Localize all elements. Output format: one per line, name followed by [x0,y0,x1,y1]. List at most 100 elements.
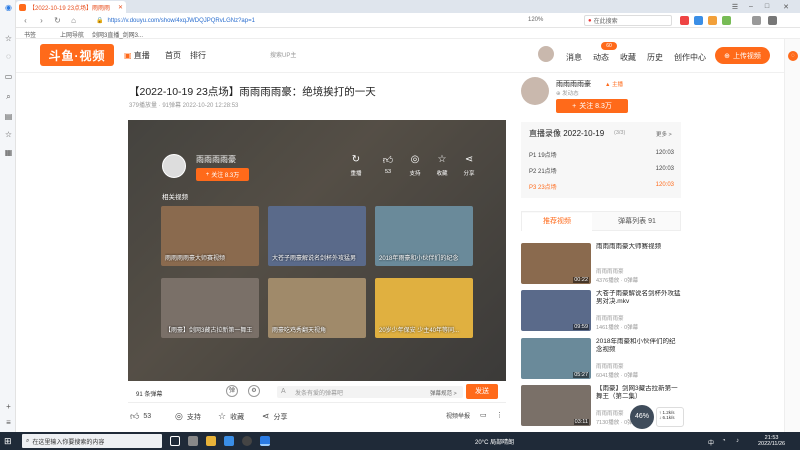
browser-logo-icon[interactable]: ◉ [4,3,13,12]
related-video-card[interactable]: 2018年雨豪和小伙伴们的纪念 [375,206,473,266]
browser-taskbar-icon[interactable] [260,436,270,446]
chat-icon[interactable]: ◌ [788,51,798,61]
bookmark-item[interactable]: 书签 [24,30,36,39]
follow-button[interactable]: + 关注 8.3万 [556,99,628,113]
forward-icon[interactable]: › [36,15,47,26]
chat-icon[interactable]: ◌ [4,52,13,61]
anchor-name[interactable]: 雨雨雨雨豪 [196,154,236,165]
star-icon[interactable]: ☆ [4,130,13,139]
font-style-icon[interactable]: A [281,388,286,395]
message-icon[interactable]: ▭ [4,72,13,81]
favorite-button[interactable]: ☆ 收藏 [218,411,244,422]
download-icon[interactable] [752,16,761,25]
bookmark-icon[interactable]: ☆ [4,34,13,43]
header-dynamics[interactable]: 动态 [593,52,609,63]
close-tab-icon[interactable]: ✕ [118,4,123,11]
more-options-icon[interactable]: ⋮ [496,411,503,419]
header-messages[interactable]: 消息 [566,52,582,63]
replay-button[interactable]: ↻ 重播 [343,154,369,177]
header-favorites[interactable]: 收藏 [620,52,636,63]
system-clock[interactable]: 21:53 2022/11/26 [758,435,785,447]
support-button[interactable]: ◎ 支持 [175,411,201,422]
nav-rank[interactable]: 排行 [190,50,206,61]
recommended-video[interactable]: 05:27 2018年雨豪和小伙伴们的纪念视频 雨雨雨雨豪 6041播放 · 0… [521,338,681,382]
recap-item[interactable]: P1 19点场 120:03 [529,150,674,159]
up-post-dynamic[interactable]: ⊕ 发动态 [556,89,579,97]
danmu-toggle-icon[interactable]: 弹 [226,385,238,397]
recap-item-active[interactable]: P3 23点场 120:03 [529,182,674,191]
refresh-icon[interactable]: ↻ [52,15,63,26]
related-video-card[interactable]: 20岁少年保安 少主40年等同... [375,278,473,338]
nav-home[interactable]: 首页 [165,50,181,61]
douyu-logo[interactable]: 斗鱼·视频 [40,44,114,66]
search-icon[interactable]: ⌕ [4,92,13,101]
recommended-video[interactable]: 09:59 大苍子雨豪解说名剑杯外攻猛男对决.mkv 雨雨雨雨豪 1461播放 … [521,290,681,334]
tab-title: 【2022-10-19 23点场】雨雨雨 [29,5,111,12]
video-title: 雨雨雨雨豪大师赛视频 [596,243,661,250]
nav-live[interactable]: ▣ 直播 [124,50,150,61]
extension-icon[interactable] [708,16,717,25]
network-icon[interactable]: ◔ [722,438,726,444]
send-danmu-button[interactable]: 发送 [466,384,498,399]
recap-item[interactable]: P2 21点场 120:03 [529,166,674,175]
extension-icon[interactable] [680,16,689,25]
app-icon[interactable] [188,436,198,446]
url-field[interactable]: 🔒 https://v.douyu.com/show/4xqJWDQJPQRvL… [96,15,511,26]
note-icon[interactable]: ▦ [4,148,13,157]
speed-ball[interactable]: 46% [630,405,654,429]
extension-icon[interactable] [722,16,731,25]
header-history[interactable]: 历史 [647,52,663,63]
tab-recommended[interactable]: 推荐视频 [522,213,592,231]
book-icon[interactable]: ▤ [4,112,13,121]
upload-video-button[interactable]: ⊕ 上传视频 [715,47,770,64]
more-icon[interactable] [768,16,777,25]
weather-widget[interactable]: 20°C 局部晴朗 [475,437,514,446]
related-video-card[interactable]: 【雨豪】剑网3藏古拉新第一舞王 [161,278,259,338]
task-view-icon[interactable] [170,436,180,446]
site-search-input[interactable]: 搜索UP主 [270,50,430,59]
recap-more-link[interactable]: 更多 > [656,130,672,138]
recommended-video[interactable]: 00:22 雨雨雨雨豪大师赛视频 雨雨雨雨豪 4376播放 · 0弹幕 [521,243,681,287]
maximize-icon[interactable]: □ [760,0,774,13]
bookmark-item[interactable]: 剑网3直播_剑网3... [92,30,143,39]
extension-icon[interactable] [694,16,703,25]
related-video-card[interactable]: 大苍子雨豪解说名剑杯外攻猛男 [268,206,366,266]
share-button[interactable]: ⋖ 分享 [262,411,288,422]
up-name[interactable]: 雨雨雨雨豪 [556,79,591,89]
like-button[interactable]: 👍︎ 53 [130,411,151,422]
header-creator-center[interactable]: 创作中心 [674,52,706,63]
browser-tab[interactable]: 【2022-10-19 23点场】雨雨雨 ✕ [16,1,126,13]
back-icon[interactable]: ‹ [20,15,31,26]
home-icon[interactable]: ⌂ [68,15,79,26]
close-window-icon[interactable]: ✕ [776,0,796,13]
app-icon[interactable] [224,436,234,446]
player-follow-button[interactable]: + 关注 8.3万 [196,168,249,181]
browser-search-input[interactable]: ● 在此搜索 [584,15,672,26]
danmu-rules-link[interactable]: 弹幕规范 > [430,389,457,397]
folder-icon[interactable] [206,436,216,446]
anchor-avatar[interactable] [162,154,186,178]
player-support-button[interactable]: ◎ 支持 [402,154,428,177]
related-video-card[interactable]: 雨雨雨雨豪大师赛视频 [161,206,259,266]
app-icon[interactable] [242,436,252,446]
windows-start-icon[interactable]: ⊞ [4,436,14,446]
player-like-button[interactable]: 👍︎ 53 [375,154,401,175]
add-icon[interactable]: + [4,402,13,411]
taskbar-search[interactable]: ⌕ 在这里输入你要搜索的内容 [22,434,162,448]
minimize-icon[interactable]: – [744,0,758,13]
up-avatar[interactable] [521,77,549,105]
settings-icon[interactable]: ≡ [4,418,13,427]
player-favorite-button[interactable]: ☆ 收藏 [429,154,455,177]
ime-icon[interactable]: 中 [708,438,714,447]
screen-icon[interactable]: ▭ [480,411,487,419]
danmu-settings-icon[interactable]: ⚙ [248,385,260,397]
tab-danmu-list[interactable]: 弹幕列表 91 [600,213,674,231]
related-video-card[interactable]: 雨豪吃鸡秀翻天视角 [268,278,366,338]
zoom-level[interactable]: 120% [528,17,543,23]
menu-icon[interactable]: ☰ [728,0,742,13]
bookmark-item[interactable]: 上网导航 [60,30,84,39]
player-share-button[interactable]: ⋖ 分享 [456,154,482,177]
volume-icon[interactable]: ♪ [736,438,739,444]
user-avatar[interactable] [537,45,555,63]
report-link[interactable]: 视频举报 [446,411,470,420]
